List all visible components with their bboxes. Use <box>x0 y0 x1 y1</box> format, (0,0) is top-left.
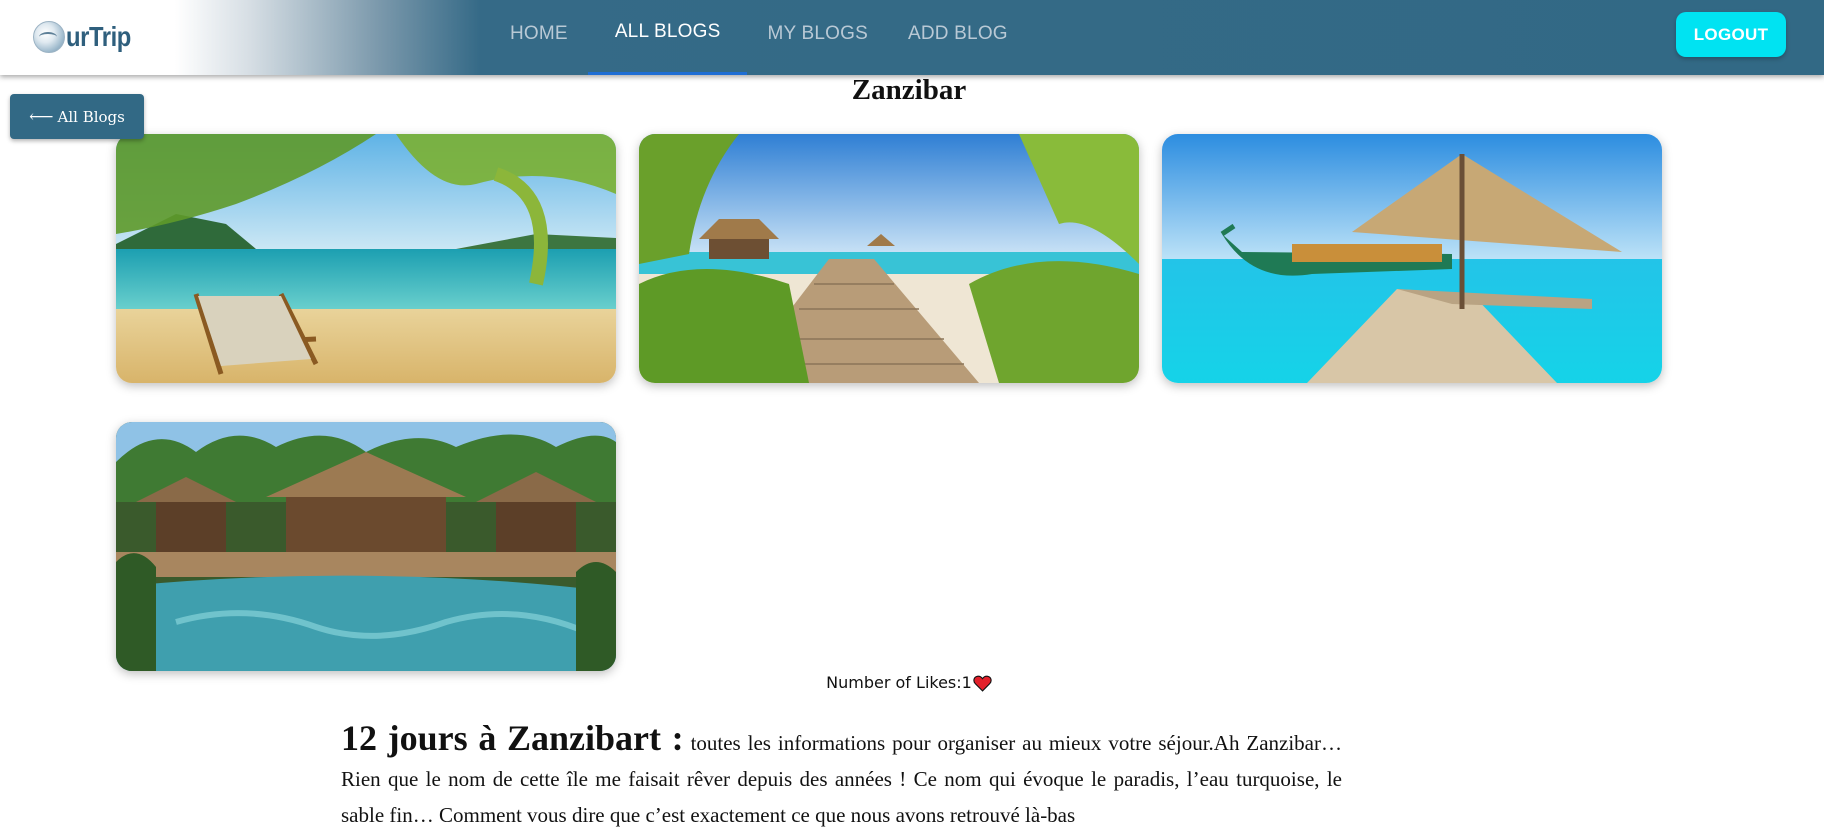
blog-article: 12 jours à Zanzibart : toutes les inform… <box>341 720 1342 833</box>
top-navbar: urTrip HOME ALL BLOGS MY BLOGS ADD BLOG … <box>0 0 1824 75</box>
blog-image-boardwalk[interactable] <box>639 134 1139 383</box>
nav-home[interactable]: HOME <box>490 0 588 75</box>
globe-icon <box>33 21 65 53</box>
back-button-label: All Blogs <box>57 107 125 126</box>
nav-all-blogs[interactable]: ALL BLOGS <box>587 0 748 75</box>
blog-image-pavilion[interactable] <box>1162 134 1662 383</box>
blog-title: Zanzibar <box>851 74 967 106</box>
article-heading: 12 jours à Zanzibart : <box>341 718 684 758</box>
brand-name: urTrip <box>66 21 131 52</box>
brand-logo[interactable]: urTrip <box>33 18 142 56</box>
logout-button[interactable]: LOGOUT <box>1676 12 1786 57</box>
resort-image <box>116 422 616 671</box>
likes-label: Number of Likes: <box>826 673 962 692</box>
back-to-all-blogs-button[interactable]: ⟵ All Blogs <box>10 94 144 139</box>
nav-my-blogs[interactable]: MY BLOGS <box>747 0 888 75</box>
likes-row: Number of Likes: 1 <box>0 673 1818 692</box>
blog-image-resort[interactable] <box>116 422 616 671</box>
arrow-left-icon: ⟵ <box>29 106 54 127</box>
boardwalk-image <box>639 134 1139 383</box>
nav-add-blog[interactable]: ADD BLOG <box>888 0 1028 75</box>
nav-links: HOME ALL BLOGS MY BLOGS ADD BLOG <box>490 0 1028 75</box>
likes-count: 1 <box>961 673 972 692</box>
beach-image <box>116 134 616 383</box>
pavilion-image <box>1162 134 1662 383</box>
heart-icon[interactable] <box>973 674 992 692</box>
blog-image-beach[interactable] <box>116 134 616 383</box>
